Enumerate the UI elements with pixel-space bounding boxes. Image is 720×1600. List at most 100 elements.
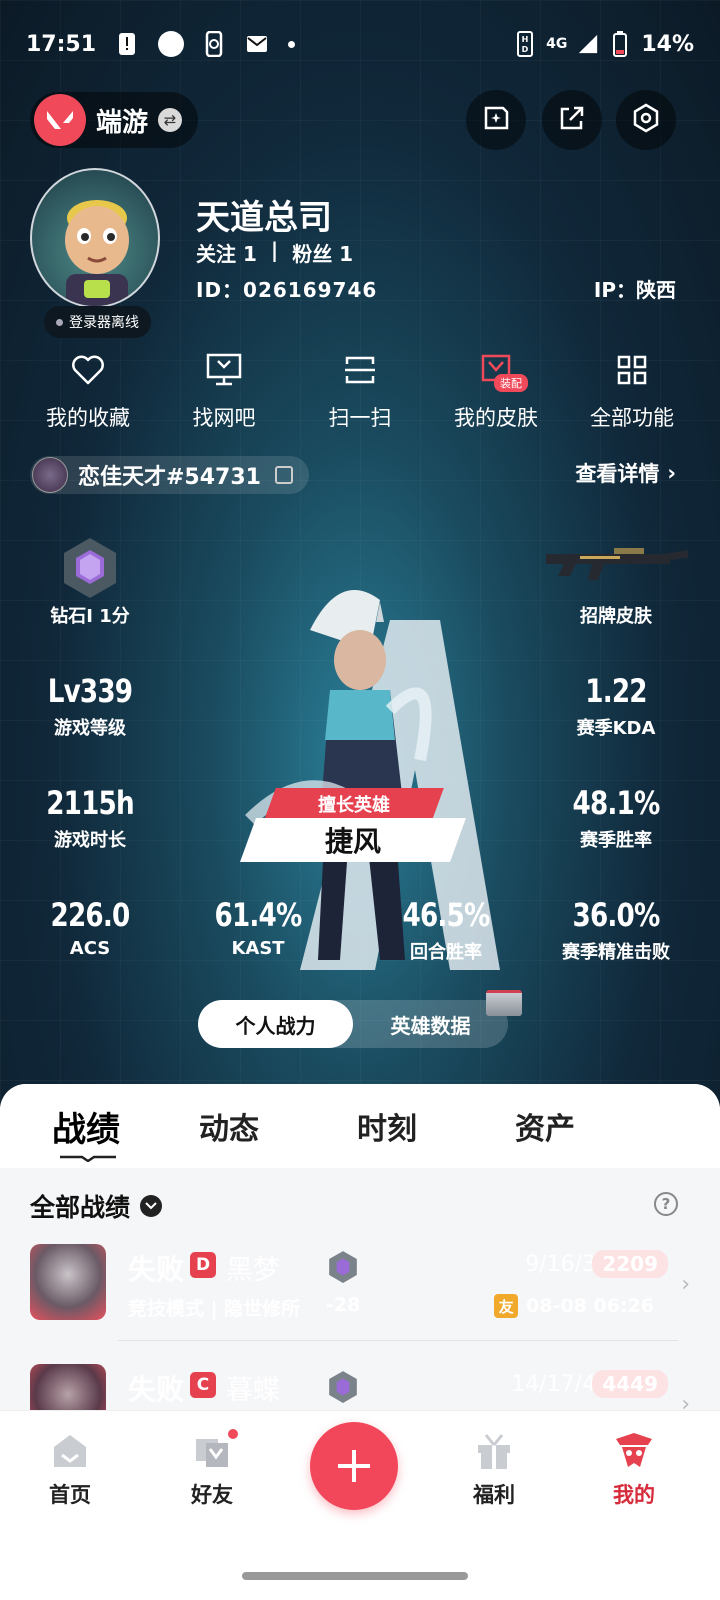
battery-percent: 14% <box>641 31 694 57</box>
rank-label: 钻石I 1分 <box>50 606 130 627</box>
signal-icon <box>577 33 599 55</box>
tab-assets[interactable]: 资产 <box>466 1104 624 1148</box>
following-count[interactable]: 关注 1 <box>196 238 257 267</box>
nav-home[interactable]: 首页 <box>20 1431 120 1509</box>
rank-icon <box>326 1370 360 1404</box>
plus-icon <box>338 1450 370 1482</box>
add-button[interactable] <box>310 1422 398 1510</box>
app-name: 端游 <box>96 107 149 138</box>
kda-value: 1.22 <box>585 672 647 710</box>
notification-circle-icon <box>158 31 185 57</box>
agent-portrait <box>30 1244 106 1320</box>
grid-icon <box>614 352 650 388</box>
ip-location: IP：陕西 <box>593 278 676 302</box>
season-winrate-value: 48.1% <box>572 784 661 822</box>
nav-friends[interactable]: 好友 <box>162 1427 262 1509</box>
chest-icon <box>486 990 522 1016</box>
chevron-right-icon: › <box>681 1272 690 1297</box>
quick-action-find-cafe[interactable]: 找网吧 <box>156 352 292 432</box>
battery-icon <box>609 31 631 57</box>
nav-rewards[interactable]: 福利 <box>444 1431 544 1509</box>
nav-label: 福利 <box>473 1483 515 1507</box>
profile-icon <box>616 1433 652 1467</box>
tab-indicator <box>60 1155 116 1162</box>
view-details-link[interactable]: 查看详情 › <box>575 458 676 488</box>
status-time: 17:51 <box>26 31 97 57</box>
agent-portrait <box>30 1364 106 1410</box>
precise-kill-value: 36.0% <box>572 896 661 934</box>
segment-personal-power[interactable]: 个人战力 <box>198 1000 353 1048</box>
tab-moments[interactable]: 时刻 <box>308 1104 466 1148</box>
favorite-hero-tag-label: 擅长英雄 <box>318 795 390 816</box>
records-filter[interactable]: 全部战绩 <box>30 1188 163 1224</box>
notification-dot <box>226 1427 240 1441</box>
equip-badge: 装配 <box>494 374 528 392</box>
launcher-status-badge: 登录器离线 <box>44 306 151 338</box>
acs-value: 226.0 <box>50 896 131 934</box>
nav-label: 我的 <box>613 1483 655 1507</box>
copy-icon[interactable] <box>274 466 293 484</box>
playtime-value: 2115h <box>46 784 134 822</box>
tab-feed[interactable]: 动态 <box>150 1104 308 1148</box>
match-row[interactable]: 失败 D 黑梦 竞技模式 | 隐世修所 -28 9/16/3 2209 友 08… <box>30 1244 690 1354</box>
precise-kill-label: 赛季精准击败 <box>562 942 670 963</box>
acs-label: ACS <box>69 938 111 959</box>
match-date: 08-08 06:26 <box>526 1295 654 1317</box>
riot-avatar <box>32 457 68 493</box>
home-indicator[interactable] <box>242 1572 468 1580</box>
performance-tier-badge: D <box>190 1252 216 1278</box>
rank-rating-delta: -28 <box>326 1294 361 1316</box>
nav-profile[interactable]: 我的 <box>584 1431 684 1509</box>
follow-separator: | <box>270 238 279 262</box>
records-filter-label: 全部战绩 <box>30 1193 131 1222</box>
settings-button[interactable] <box>616 90 676 150</box>
segment-hero-data[interactable]: 英雄数据 <box>353 1000 508 1048</box>
kast-value: 61.4% <box>214 896 303 934</box>
monitor-icon <box>206 352 242 388</box>
nav-label: 好友 <box>191 1483 233 1507</box>
chevron-right-icon: › <box>667 461 676 485</box>
svg-text:D: D <box>522 45 529 54</box>
gift-icon <box>478 1434 510 1469</box>
follow-stats: 关注 1 | 粉丝 1 <box>196 238 353 267</box>
avatar[interactable] <box>30 168 160 308</box>
launcher-status: 登录器离线 <box>69 315 139 331</box>
round-winrate-value: 46.5% <box>402 896 491 934</box>
rank-diamond-icon <box>58 536 122 600</box>
favorite-hero-name: 捷风 <box>324 825 381 858</box>
quick-action-label: 全部功能 <box>590 406 674 430</box>
riot-account-name: 恋佳天才#54731 <box>78 465 261 490</box>
match-row[interactable]: 失败 C 暮蝶 14/17/4 4449 › <box>30 1364 690 1410</box>
card-skin-label: 招牌皮肤 <box>580 606 652 627</box>
chevron-right-icon: › <box>681 1392 690 1410</box>
riot-account-chip[interactable]: 恋佳天才#54731 <box>30 456 309 494</box>
share-icon <box>557 103 587 137</box>
match-result: 失败 <box>128 1373 185 1406</box>
map-name: 暮蝶 <box>226 1375 280 1406</box>
swap-icon: ⇄ <box>158 108 183 132</box>
share-button[interactable] <box>542 90 602 150</box>
content-tabs: 战绩 动态 时刻 资产 <box>0 1084 720 1168</box>
level-label: 游戏等级 <box>54 718 126 739</box>
tab-records[interactable]: 战绩 <box>30 1102 150 1151</box>
quick-action-my-skins[interactable]: 装配 我的皮肤 <box>428 352 564 432</box>
app-switcher[interactable]: 端游 ⇄ <box>30 92 199 148</box>
help-icon[interactable]: ? <box>654 1192 678 1216</box>
round-winrate-label: 回合胜率 <box>410 942 482 963</box>
friend-tag: 友 <box>494 1294 519 1318</box>
match-acs: 4449 <box>592 1370 668 1398</box>
row-divider <box>118 1340 678 1341</box>
edit-button[interactable] <box>466 90 526 150</box>
season-winrate-label: 赛季胜率 <box>580 830 652 851</box>
scan-icon <box>342 352 378 388</box>
match-result: 失败 <box>128 1253 185 1286</box>
quick-action-scan[interactable]: 扫一扫 <box>292 352 428 432</box>
quick-action-label: 我的皮肤 <box>454 406 538 430</box>
view-details-label: 查看详情 <box>575 462 660 486</box>
followers-count[interactable]: 粉丝 1 <box>292 238 353 267</box>
quick-action-all-features[interactable]: 全部功能 <box>564 352 700 432</box>
quick-action-label: 找网吧 <box>192 406 256 430</box>
quick-action-favorites[interactable]: 我的收藏 <box>20 352 156 432</box>
match-kda: 9/16/3 <box>525 1252 596 1277</box>
heart-icon <box>70 352 106 388</box>
